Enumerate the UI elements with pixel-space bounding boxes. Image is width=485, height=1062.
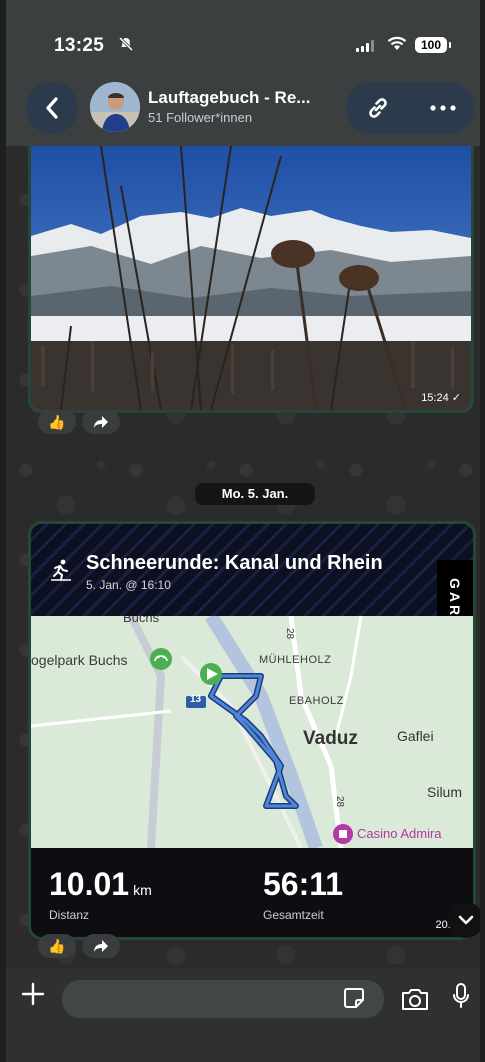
reaction-bar: 👍 bbox=[38, 410, 120, 434]
attach-plus-button[interactable] bbox=[20, 978, 46, 1014]
map-label-gaflei: Gaflei bbox=[397, 728, 434, 744]
activity-date: 5. Jan. @ 16:10 bbox=[86, 578, 171, 592]
channel-title[interactable]: Lauftagebuch - Re... bbox=[148, 88, 310, 108]
activity-message[interactable]: Schneerunde: Kanal und Rhein 5. Jan. @ 1… bbox=[28, 521, 476, 940]
distance-value: 10.01 bbox=[49, 866, 130, 902]
duration-label: Gesamtzeit bbox=[263, 908, 324, 922]
map-label-muehleholz: MÜHLEHOLZ bbox=[259, 654, 332, 666]
follower-count: 51 Follower*innen bbox=[148, 110, 253, 125]
duration-value: 56:11 bbox=[263, 866, 344, 902]
running-icon bbox=[49, 558, 73, 587]
forward-arrow-icon bbox=[94, 416, 108, 428]
photo-message[interactable]: 15:24 ✓ bbox=[28, 146, 474, 413]
message-input[interactable] bbox=[62, 980, 384, 1018]
distance-unit: km bbox=[133, 882, 152, 898]
map-label-vaduz: Vaduz bbox=[303, 728, 358, 749]
link-button[interactable] bbox=[364, 94, 392, 122]
chat-screen: 13:25 100 Lauftagebuch - Re... 51 Follow… bbox=[6, 0, 480, 1062]
channel-avatar[interactable] bbox=[90, 82, 140, 132]
thumbs-up-reaction[interactable]: 👍 bbox=[38, 410, 76, 434]
camera-button[interactable] bbox=[400, 986, 430, 1017]
status-bar: 13:25 100 bbox=[6, 30, 480, 60]
message-composer bbox=[6, 968, 480, 1062]
map-label-ebaholz: EBAHOLZ bbox=[289, 695, 344, 707]
back-button[interactable] bbox=[26, 82, 78, 134]
link-icon bbox=[369, 98, 387, 118]
thumbs-up-icon: 👍 bbox=[48, 413, 66, 430]
signal-icon bbox=[356, 40, 378, 52]
sticker-button[interactable] bbox=[342, 986, 366, 1015]
microphone-icon bbox=[453, 983, 469, 1008]
microphone-button[interactable] bbox=[452, 982, 470, 1015]
map-label-vogelpark: ogelpark Buchs bbox=[31, 652, 128, 668]
forward-arrow-icon bbox=[94, 940, 108, 952]
message-time: 15:24 ✓ bbox=[421, 392, 461, 404]
more-dots-icon bbox=[430, 105, 456, 111]
thumbs-up-reaction-2[interactable]: 👍 bbox=[38, 934, 76, 958]
distance-label: Distanz bbox=[49, 908, 90, 922]
top-bar: 13:25 100 Lauftagebuch - Re... 51 Follow… bbox=[6, 0, 480, 146]
status-time: 13:25 bbox=[54, 35, 105, 56]
activity-stats: 10.01km Distanz 56:11 Gesamtzeit 20:23 bbox=[31, 848, 473, 937]
battery-icon: 100 bbox=[415, 37, 451, 53]
header-actions bbox=[346, 82, 474, 134]
map-label-silum: Silum bbox=[427, 784, 463, 800]
chevron-down-icon bbox=[458, 915, 474, 925]
forward-button[interactable] bbox=[82, 410, 120, 434]
date-separator: Mo. 5. Jan. bbox=[195, 483, 315, 505]
map-label-buchs: Buchs bbox=[123, 616, 160, 625]
reaction-bar-2: 👍 bbox=[38, 934, 120, 958]
mountain-sunflower-photo bbox=[31, 146, 471, 410]
more-button[interactable] bbox=[426, 94, 460, 122]
activity-header: Schneerunde: Kanal und Rhein 5. Jan. @ 1… bbox=[31, 524, 473, 616]
plus-icon bbox=[21, 982, 45, 1006]
forward-button-2[interactable] bbox=[82, 934, 120, 958]
scroll-to-bottom-button[interactable] bbox=[448, 902, 480, 938]
map-label-road-28-north: 28 bbox=[284, 627, 296, 640]
thumbs-up-icon: 👍 bbox=[48, 937, 66, 954]
wifi-icon bbox=[387, 36, 407, 57]
route-map: Buchs ogelpark Buchs MÜHLEHOLZ EBAHOLZ V… bbox=[31, 616, 473, 848]
map-label-casino: Casino Admira bbox=[357, 826, 442, 841]
map-label-road-28-south: 28 bbox=[334, 795, 346, 808]
distance-stat: 10.01 km bbox=[49, 866, 152, 903]
silent-bell-icon bbox=[118, 36, 134, 56]
camera-icon bbox=[402, 989, 428, 1010]
chevron-left-icon bbox=[46, 97, 58, 119]
activity-title: Schneerunde: Kanal und Rhein bbox=[86, 552, 383, 574]
map-label-road-13: 13 bbox=[190, 694, 202, 705]
sticker-icon bbox=[344, 988, 364, 1008]
